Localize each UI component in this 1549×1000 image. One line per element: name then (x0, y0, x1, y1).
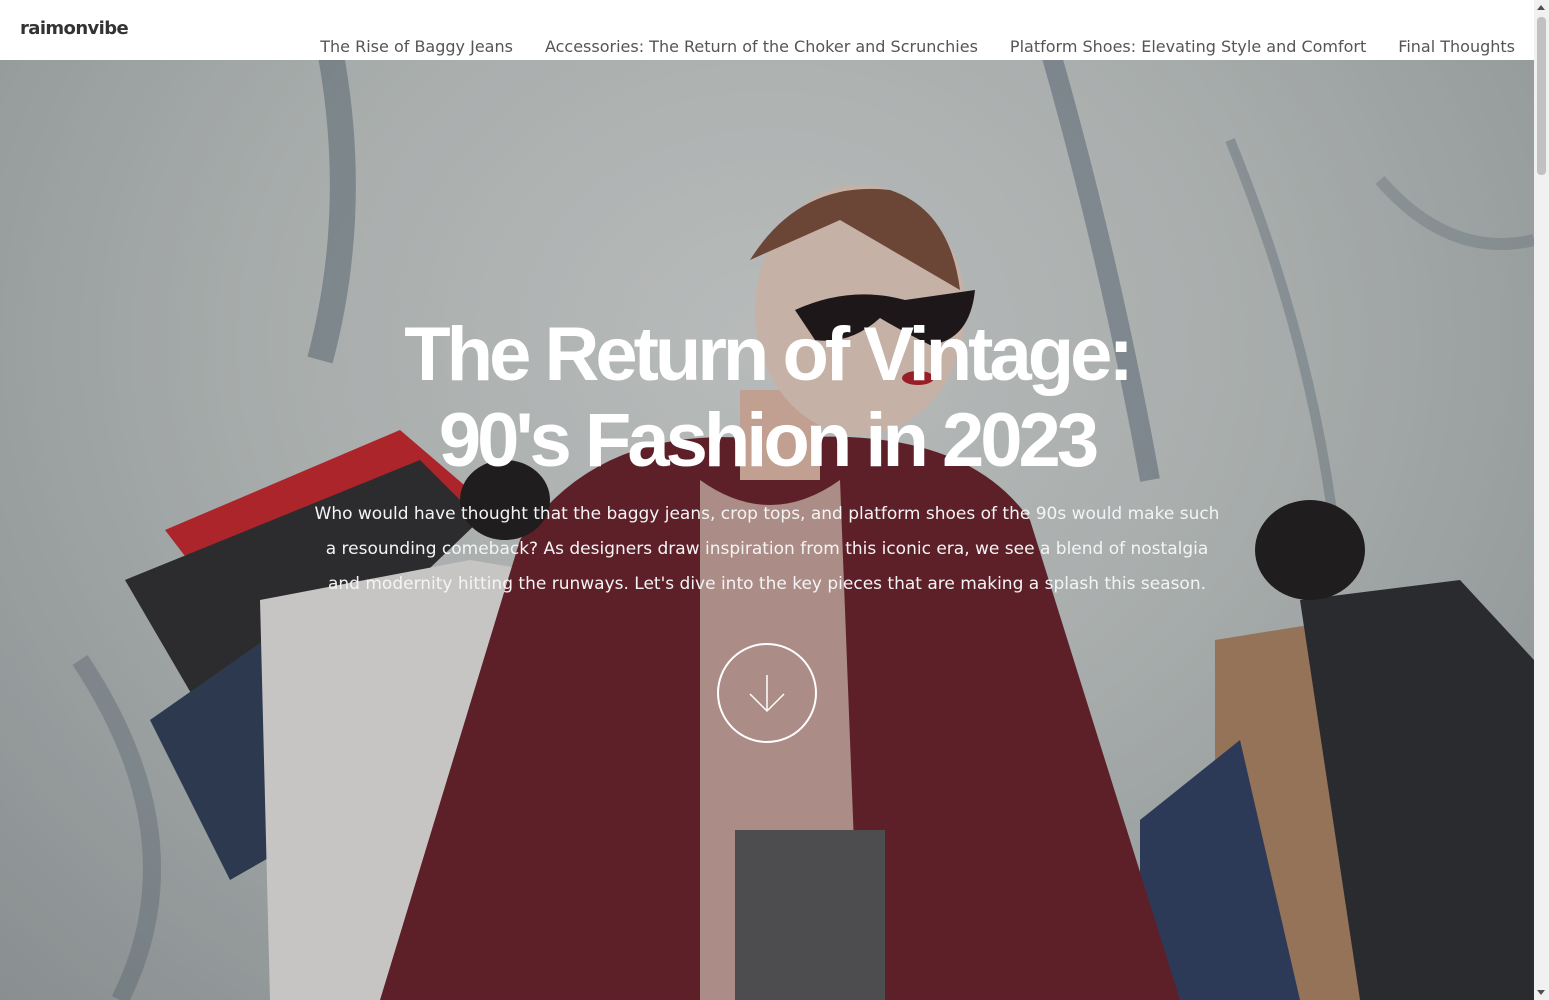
scrollbar-thumb[interactable] (1537, 17, 1546, 175)
hero-section: The Return of Vintage: 90's Fashion in 2… (0, 60, 1534, 1000)
scroll-down-arrow-icon[interactable] (1537, 990, 1545, 995)
top-navbar: raimonvibe The Rise of Baggy Jeans Acces… (0, 0, 1534, 60)
hero-title-line-1: The Return of Vintage: (404, 312, 1134, 397)
scroll-up-arrow-icon[interactable] (1537, 5, 1545, 10)
nav-link-accessories[interactable]: Accessories: The Return of the Choker an… (545, 37, 978, 56)
nav-link-final-thoughts[interactable]: Final Thoughts (1398, 37, 1515, 56)
page-scrollbar[interactable] (1534, 0, 1549, 1000)
hero-description: Who would have thought that the baggy je… (314, 504, 1220, 594)
hero-title: The Return of Vintage: 90's Fashion in 2… (267, 312, 1267, 484)
site-brand[interactable]: raimonvibe (20, 18, 129, 39)
nav-links: The Rise of Baggy Jeans Accessories: The… (320, 37, 1515, 56)
nav-link-platform-shoes[interactable]: Platform Shoes: Elevating Style and Comf… (1010, 37, 1366, 56)
hero-title-line-2: 90's Fashion in 2023 (438, 398, 1099, 483)
scroll-down-button[interactable] (717, 643, 817, 743)
nav-link-baggy-jeans[interactable]: The Rise of Baggy Jeans (320, 37, 513, 56)
arrow-down-icon (749, 675, 785, 713)
